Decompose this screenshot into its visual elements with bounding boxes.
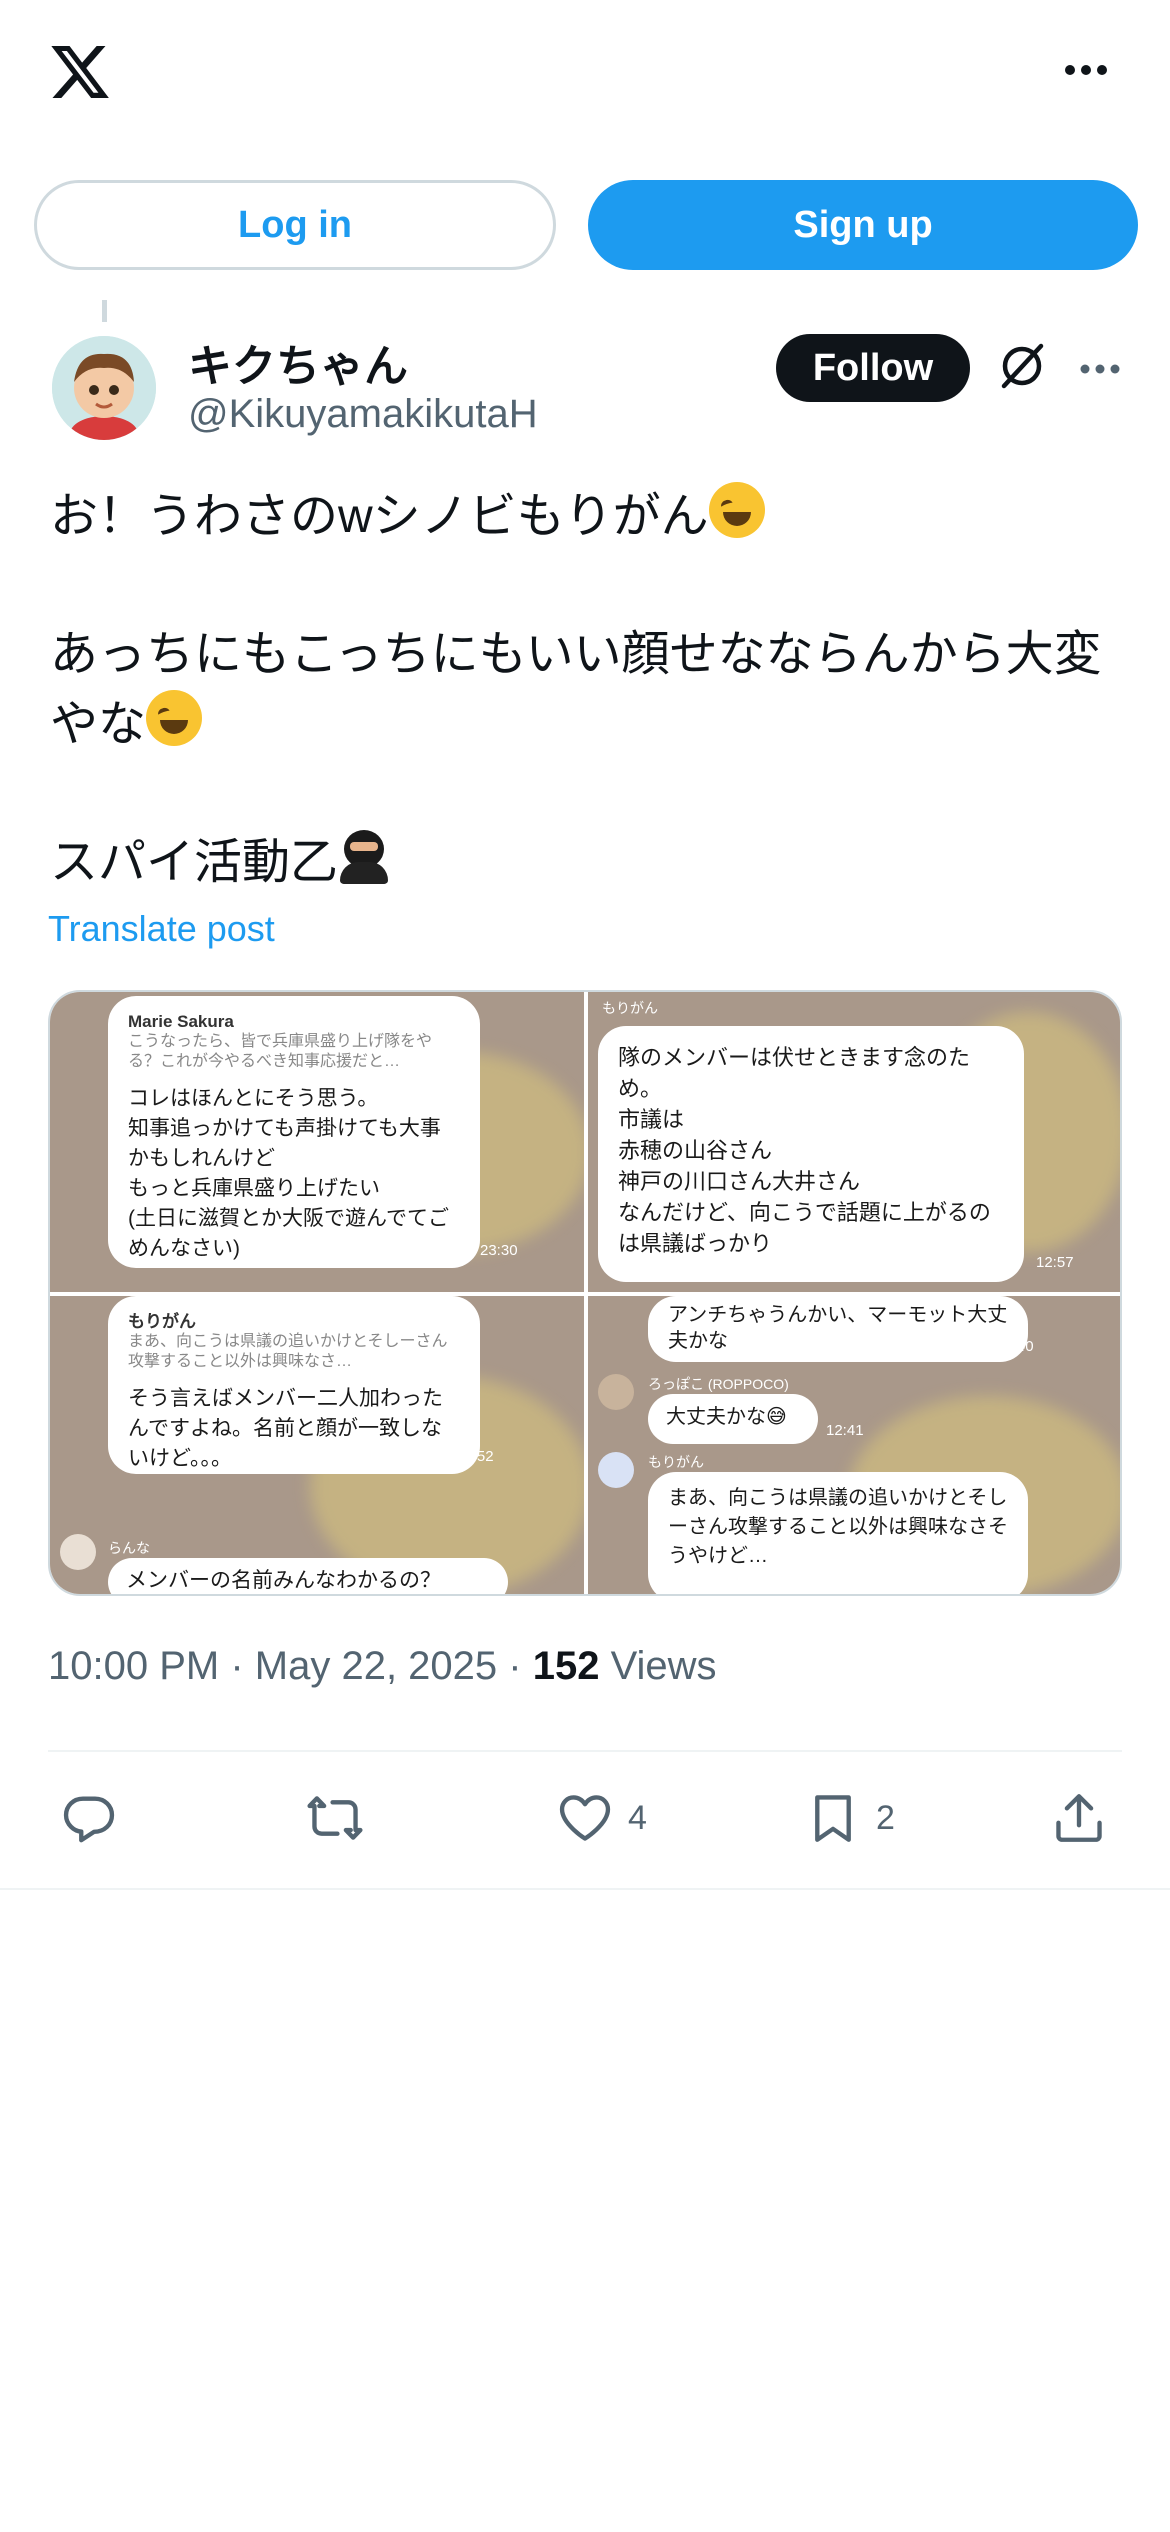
bookmark-button[interactable]: 2 [804, 1784, 895, 1852]
divider [0, 1888, 1170, 1890]
chat-avatar [598, 1374, 634, 1410]
post-line-3: スパイ活動乙 [50, 836, 339, 889]
reply-button[interactable] [60, 1784, 132, 1852]
share-icon [1056, 1794, 1102, 1842]
more-horizontal-icon[interactable] [1062, 62, 1110, 78]
chat-message: そう言えばメンバー二人加わったんですよね。名前と顔が一致しないけど。。。 [128, 1387, 443, 1470]
post-date[interactable]: May 22, 2025 [255, 1644, 497, 1688]
message-time: 12:57 [1036, 1254, 1074, 1271]
message-sender: もりがん [602, 1000, 658, 1016]
thread-connector [102, 300, 107, 322]
media-grid[interactable]: Marie Sakura こうなったら、皆で兵庫県盛り上げ隊をやる？これが今やる… [48, 990, 1122, 1596]
rofl-emoji-icon [708, 482, 765, 538]
author-display-name[interactable]: キクちゃん [188, 330, 408, 394]
share-button[interactable] [1050, 1784, 1108, 1852]
follow-button[interactable]: Follow [776, 334, 970, 402]
bookmark-icon [815, 1795, 851, 1842]
author-handle[interactable]: @KikuyamakikutaH [188, 392, 538, 437]
chat-message: 大丈夫かな😅 [648, 1394, 818, 1444]
like-button[interactable]: 4 [556, 1784, 647, 1852]
retweet-icon [307, 1796, 363, 1840]
chat-message: まあ、向こうは県議の追いかけとそしーさん攻撃すること以外は興味なさそうやけど… [648, 1472, 1028, 1594]
ninja-emoji-icon [338, 828, 390, 884]
media-image-1[interactable]: Marie Sakura こうなったら、皆で兵庫県盛り上げ隊をやる？これが今やる… [50, 992, 584, 1292]
x-logo-icon[interactable] [44, 40, 116, 104]
rofl-emoji-icon [146, 690, 203, 746]
login-button[interactable]: Log in [34, 180, 556, 270]
message-time: 12:52 [456, 1448, 494, 1465]
like-count: 4 [628, 1798, 647, 1837]
quoted-message: もりがん まあ、向こうは県議の追いかけとそしーさん攻撃すること以外は興味なさ… [128, 1312, 448, 1370]
views-count: 152 [532, 1644, 600, 1688]
message-time: 12:40 [996, 1338, 1034, 1355]
views-label: Views [610, 1644, 717, 1688]
message-sender: らんな [108, 1540, 150, 1556]
post-meta: 10:00 PM · May 22, 2025 · 152 Views [48, 1644, 717, 1688]
post-line-1: お！うわさのwシノビもりがん [50, 490, 709, 543]
retweet-button[interactable] [306, 1784, 378, 1852]
message-sender: ろっぽこ (ROPPOCO) [648, 1376, 789, 1392]
post-time[interactable]: 10:00 PM [48, 1644, 219, 1688]
reply-icon [63, 1796, 115, 1843]
bookmark-count: 2 [876, 1798, 895, 1837]
message-time: 12:41 [826, 1422, 864, 1439]
message-time: 23:30 [480, 1242, 518, 1259]
media-image-3[interactable]: もりがん まあ、向こうは県議の追いかけとそしーさん攻撃すること以外は興味なさ… … [50, 1296, 584, 1596]
chat-message: アンチちゃうんかい、マーモット大丈夫かな [648, 1296, 1028, 1362]
avatar[interactable] [52, 336, 156, 440]
chat-message: メンバーの名前みんなわかるの？ [108, 1558, 508, 1594]
signup-button[interactable]: Sign up [588, 180, 1138, 270]
media-image-4[interactable]: アンチちゃうんかい、マーモット大丈夫かな 12:40 ろっぽこ (ROPPOCO… [588, 1296, 1120, 1594]
heart-icon [559, 1795, 611, 1841]
chat-message: コレはほんとにそう思う。 知事追っかけても声掛けても大事かもしれんけど もっと兵… [128, 1087, 449, 1260]
post-line-2: あっちにもこっちにもいい顔せなならんから大変やな [50, 628, 1102, 751]
chat-avatar [60, 1534, 96, 1570]
chat-avatar [598, 1452, 634, 1488]
divider [48, 1750, 1122, 1752]
post-more-icon[interactable] [1078, 362, 1122, 376]
post-text: お！うわさのwシノビもりがん あっちにもこっちにもいい顔せなならんから大変やな … [50, 482, 1130, 898]
quoted-message: Marie Sakura こうなったら、皆で兵庫県盛り上げ隊をやる？これが今やる… [128, 1012, 433, 1070]
grok-icon[interactable] [994, 338, 1050, 394]
message-sender: もりがん [648, 1454, 704, 1470]
chat-message: 隊のメンバーは伏せときます念のため。 市議は 赤穂の山谷さん 神戸の川口さん大井… [598, 1026, 1024, 1282]
media-image-2[interactable]: もりがん 隊のメンバーは伏せときます念のため。 市議は 赤穂の山谷さん 神戸の川… [588, 992, 1120, 1292]
translate-post-link[interactable]: Translate post [48, 908, 275, 950]
message-time: 12:54 [456, 1580, 494, 1596]
